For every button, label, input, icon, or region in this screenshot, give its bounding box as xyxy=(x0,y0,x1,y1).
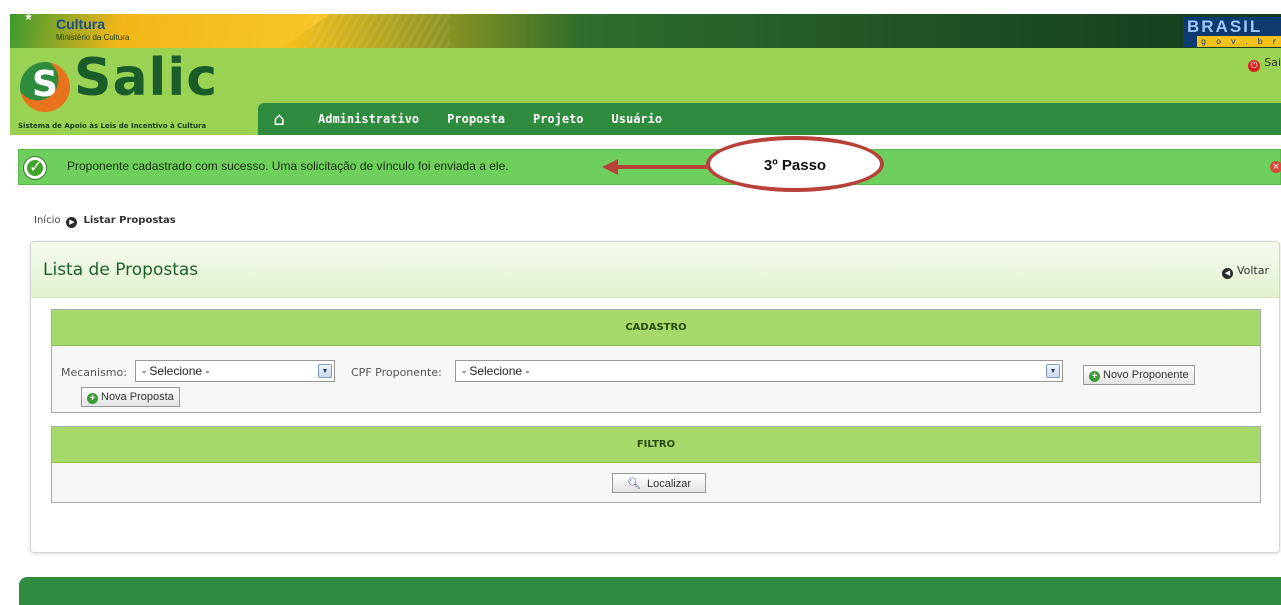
page-title: Lista de Propostas xyxy=(43,260,199,280)
dropdown-arrow-icon: ▼ xyxy=(1046,364,1060,378)
localizar-label: Localizar xyxy=(646,478,691,490)
star-icon: ★ xyxy=(24,14,33,23)
close-icon[interactable]: × xyxy=(1270,161,1281,173)
nova-proposta-button[interactable]: + Nova Proposta xyxy=(81,387,180,407)
nav-item-administrativo[interactable]: Administrativo xyxy=(318,112,419,126)
localizar-button[interactable]: 🔍︎ Localizar xyxy=(612,473,706,493)
magnifier-icon: 🔍︎ xyxy=(627,478,641,490)
dropdown-arrow-icon: ▼ xyxy=(318,364,332,378)
breadcrumb-current: Listar Propostas xyxy=(83,215,176,226)
proposals-panel: Lista de Propostas ◀ Voltar CADASTRO Meca… xyxy=(30,241,1280,553)
home-icon[interactable]: ⌂ xyxy=(260,109,298,130)
cadastro-header: CADASTRO xyxy=(52,310,1260,346)
power-icon: ⏻ xyxy=(1248,60,1261,72)
back-icon: ◀ xyxy=(1221,268,1233,279)
back-link[interactable]: ◀ Voltar xyxy=(1221,264,1269,279)
nav-item-projeto[interactable]: Projeto xyxy=(533,112,584,126)
plus-icon: + xyxy=(87,393,98,404)
step-annotation-label: 3º Passo xyxy=(763,157,827,174)
ministry-title[interactable]: Cultura xyxy=(56,16,105,32)
back-label: Voltar xyxy=(1236,264,1269,277)
mecanismo-select[interactable]: - Selecione - ▼ xyxy=(135,360,335,382)
filtro-section: FILTRO 🔍︎ Localizar xyxy=(51,426,1261,503)
breadcrumb: Início ▶ Listar Propostas xyxy=(34,215,176,228)
brasil-wordmark: BRASIL xyxy=(1187,17,1263,36)
cpf-proponente-label: CPF Proponente: xyxy=(351,366,442,379)
chevron-right-icon: ▶ xyxy=(66,217,78,228)
cpf-proponente-select[interactable]: - Selecione - ▼ xyxy=(455,360,1063,382)
ministry-subtitle[interactable]: Ministério da Cultura xyxy=(56,33,129,42)
salic-logo-subtitle: Sistema de Apoio às Leis de Incentivo à … xyxy=(18,122,207,130)
salic-logo-text: Salic xyxy=(74,48,219,108)
gov-bar-pattern xyxy=(310,14,450,48)
nova-proposta-label: Nova Proposta xyxy=(101,391,174,403)
novo-proponente-button[interactable]: + Novo Proponente xyxy=(1083,365,1195,385)
mecanismo-select-value: - Selecione - xyxy=(142,364,210,378)
cpf-proponente-select-value: - Selecione - xyxy=(462,364,530,378)
annotation-arrow xyxy=(602,159,716,175)
nav-item-proposta[interactable]: Proposta xyxy=(447,112,505,126)
breadcrumb-home[interactable]: Início xyxy=(34,215,60,226)
plus-icon: + xyxy=(1089,371,1100,382)
step-annotation: 3º Passo xyxy=(706,136,884,192)
filtro-header: FILTRO xyxy=(52,427,1260,463)
panel-header: Lista de Propostas ◀ Voltar xyxy=(31,242,1279,298)
mecanismo-label: Mecanismo: xyxy=(61,366,127,379)
gov-top-bar: ★ Cultura Ministério da Cultura BRASIL g… xyxy=(10,14,1281,48)
salic-logo-emblem: S xyxy=(20,62,70,112)
success-message: Proponente cadastrado com sucesso. Uma s… xyxy=(67,159,509,173)
brasil-gov-logo[interactable]: BRASIL gov.br xyxy=(1183,17,1281,47)
exit-label: Sai xyxy=(1264,56,1281,69)
checkmark-icon: ✓ xyxy=(23,156,47,180)
main-nav: ⌂ Administrativo Proposta Projeto Usuári… xyxy=(258,103,1281,135)
novo-proponente-label: Novo Proponente xyxy=(1103,369,1189,381)
nav-item-usuario[interactable]: Usuário xyxy=(612,112,663,126)
exit-link[interactable]: ⏻ Sai xyxy=(1248,56,1281,72)
cadastro-section: CADASTRO Mecanismo: - Selecione - ▼ CPF … xyxy=(51,309,1261,413)
gov-domain-strip: gov.br xyxy=(1197,36,1281,47)
footer-bar xyxy=(19,577,1281,605)
